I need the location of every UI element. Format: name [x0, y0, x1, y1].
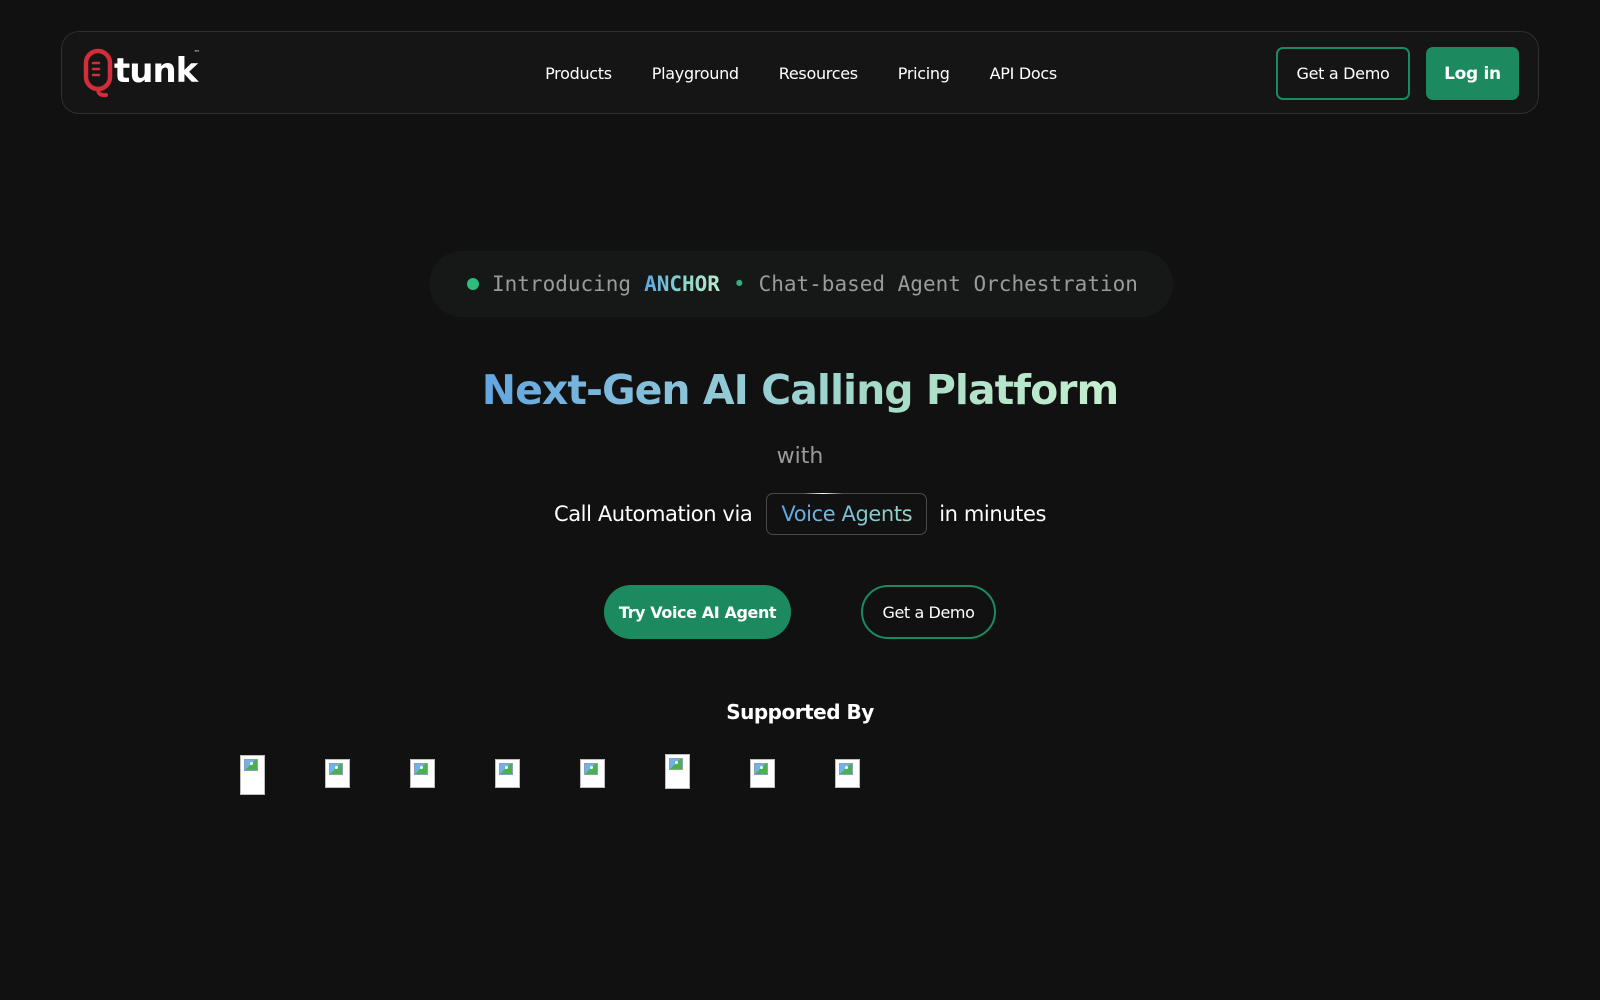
hero-subtitle-after: in minutes [939, 502, 1047, 526]
microphone-logo-icon [82, 48, 116, 98]
hero-rotating-word: Voice Agents [766, 493, 928, 535]
nav-link-products[interactable]: Products [545, 64, 612, 83]
broken-image-icon [750, 759, 775, 788]
hero-subtitle-before: Call Automation via [553, 502, 753, 526]
hero-with-text: with [776, 444, 824, 469]
supporter-logos [0, 754, 1600, 810]
nav-link-resources[interactable]: Resources [779, 64, 858, 83]
brand-name: tunk [114, 51, 198, 91]
supported-by-heading: Supported By [726, 700, 874, 724]
broken-image-icon [325, 759, 350, 788]
pill-glow-accent [803, 493, 844, 494]
landing-page: tunk ™ Products Playground Resources Pri… [0, 0, 1600, 1000]
broken-image-icon [580, 759, 605, 788]
announcement-separator: • [732, 272, 746, 296]
get-demo-button[interactable]: Get a Demo [1276, 47, 1410, 100]
nav-link-api-docs[interactable]: API Docs [990, 64, 1058, 83]
announcement-suffix: Chat-based Agent Orchestration [758, 272, 1138, 296]
hero-get-demo-button[interactable]: Get a Demo [861, 585, 996, 639]
hero-rotating-word-text: Voice Agents [781, 502, 913, 526]
navbar: tunk ™ Products Playground Resources Pri… [61, 31, 1539, 114]
hero-title-text: Next-Gen AI Calling Platform [481, 366, 1119, 414]
announcement-prefix: Introducing [492, 272, 632, 296]
hero-title: Next-Gen AI Calling Platform [0, 360, 1600, 420]
broken-image-icon [835, 759, 860, 788]
announcement-banner[interactable]: Introducing ANCHOR • Chat-based Agent Or… [429, 251, 1173, 317]
nav-link-playground[interactable]: Playground [652, 64, 739, 83]
login-button[interactable]: Log in [1426, 47, 1519, 100]
hero-subtitle: Call Automation via Voice Agents in minu… [0, 492, 1600, 536]
nav-link-pricing[interactable]: Pricing [898, 64, 950, 83]
announcement-highlight: ANCHOR [644, 272, 720, 296]
trademark-symbol: ™ [193, 49, 201, 57]
broken-image-icon [495, 759, 520, 788]
broken-image-icon [665, 754, 690, 789]
try-voice-agent-button[interactable]: Try Voice AI Agent [604, 585, 791, 639]
status-dot-icon [467, 278, 479, 290]
brand-logo[interactable]: tunk ™ [82, 48, 204, 98]
broken-image-icon [410, 759, 435, 788]
broken-image-icon [240, 755, 265, 795]
